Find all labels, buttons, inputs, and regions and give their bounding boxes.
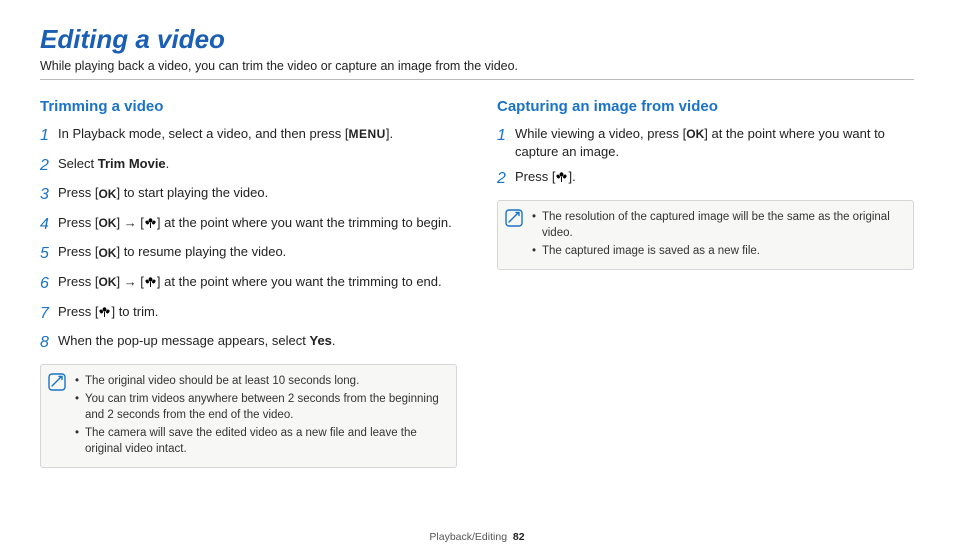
step-text: Press [OK] to resume playing the video.: [58, 243, 457, 261]
ok-icon: OK: [98, 245, 116, 261]
macro-icon: [144, 217, 157, 229]
step-number: 3: [40, 184, 58, 206]
step-text: When the pop-up message appears, select …: [58, 332, 457, 350]
ok-icon: OK: [686, 126, 704, 142]
step-number: 4: [40, 214, 58, 236]
page: Editing a video While playing back a vid…: [0, 0, 954, 478]
macro-icon: [555, 171, 568, 183]
left-column: Trimming a video 1In Playback mode, sele…: [40, 98, 457, 468]
ok-icon: OK: [98, 215, 116, 231]
step-number: 5: [40, 243, 58, 265]
note-icon: [41, 365, 73, 467]
step-number: 1: [497, 125, 515, 147]
page-subtitle: While playing back a video, you can trim…: [40, 59, 914, 80]
step-text: Press [] to trim.: [58, 303, 457, 321]
columns: Trimming a video 1In Playback mode, sele…: [40, 98, 914, 468]
bold-text: Trim Movie: [98, 156, 166, 171]
step-item: 2Press [].: [497, 168, 914, 190]
step-number: 1: [40, 125, 58, 147]
footer-section: Playback/Editing: [429, 531, 507, 543]
ok-icon: OK: [98, 274, 116, 290]
section-heading-trimming: Trimming a video: [40, 98, 457, 115]
note-box-right: The resolution of the captured image wil…: [497, 200, 914, 270]
macro-icon: [144, 276, 157, 288]
step-number: 6: [40, 273, 58, 295]
note-icon: [498, 201, 530, 269]
note-body-left: The original video should be at least 10…: [73, 365, 456, 467]
step-number: 8: [40, 332, 58, 354]
step-text: Select Trim Movie.: [58, 155, 457, 173]
steps-list-right: 1While viewing a video, press [OK] at th…: [497, 125, 914, 190]
footer-page-number: 82: [513, 531, 525, 543]
step-item: 7Press [] to trim.: [40, 303, 457, 325]
note-body-right: The resolution of the captured image wil…: [530, 201, 913, 269]
step-item: 4Press [OK] → [] at the point where you …: [40, 214, 457, 236]
step-item: 1While viewing a video, press [OK] at th…: [497, 125, 914, 160]
right-column: Capturing an image from video 1While vie…: [497, 98, 914, 468]
steps-list-left: 1In Playback mode, select a video, and t…: [40, 125, 457, 354]
step-item: 2Select Trim Movie.: [40, 155, 457, 177]
macro-icon: [98, 306, 111, 318]
page-footer: Playback/Editing 82: [0, 531, 954, 543]
step-item: 5Press [OK] to resume playing the video.: [40, 243, 457, 265]
step-text: While viewing a video, press [OK] at the…: [515, 125, 914, 160]
bold-text: Yes: [309, 333, 331, 348]
step-number: 7: [40, 303, 58, 325]
step-text: Press [OK] → [] at the point where you w…: [58, 273, 457, 291]
step-text: In Playback mode, select a video, and th…: [58, 125, 457, 143]
page-title: Editing a video: [40, 24, 914, 55]
step-text: Press [].: [515, 168, 914, 186]
note-item: The camera will save the edited video as…: [75, 425, 446, 457]
step-text: Press [OK] to start playing the video.: [58, 184, 457, 202]
step-item: 6Press [OK] → [] at the point where you …: [40, 273, 457, 295]
step-number: 2: [40, 155, 58, 177]
step-text: Press [OK] → [] at the point where you w…: [58, 214, 457, 232]
note-item: The resolution of the captured image wil…: [532, 209, 903, 241]
section-heading-capturing: Capturing an image from video: [497, 98, 914, 115]
note-item: The captured image is saved as a new fil…: [532, 243, 903, 259]
step-number: 2: [497, 168, 515, 190]
note-item: The original video should be at least 10…: [75, 373, 446, 389]
step-item: 1In Playback mode, select a video, and t…: [40, 125, 457, 147]
note-box-left: The original video should be at least 10…: [40, 364, 457, 468]
step-item: 3Press [OK] to start playing the video.: [40, 184, 457, 206]
menu-icon: MENU: [349, 126, 386, 142]
note-item: You can trim videos anywhere between 2 s…: [75, 391, 446, 423]
ok-icon: OK: [98, 186, 116, 202]
step-item: 8When the pop-up message appears, select…: [40, 332, 457, 354]
